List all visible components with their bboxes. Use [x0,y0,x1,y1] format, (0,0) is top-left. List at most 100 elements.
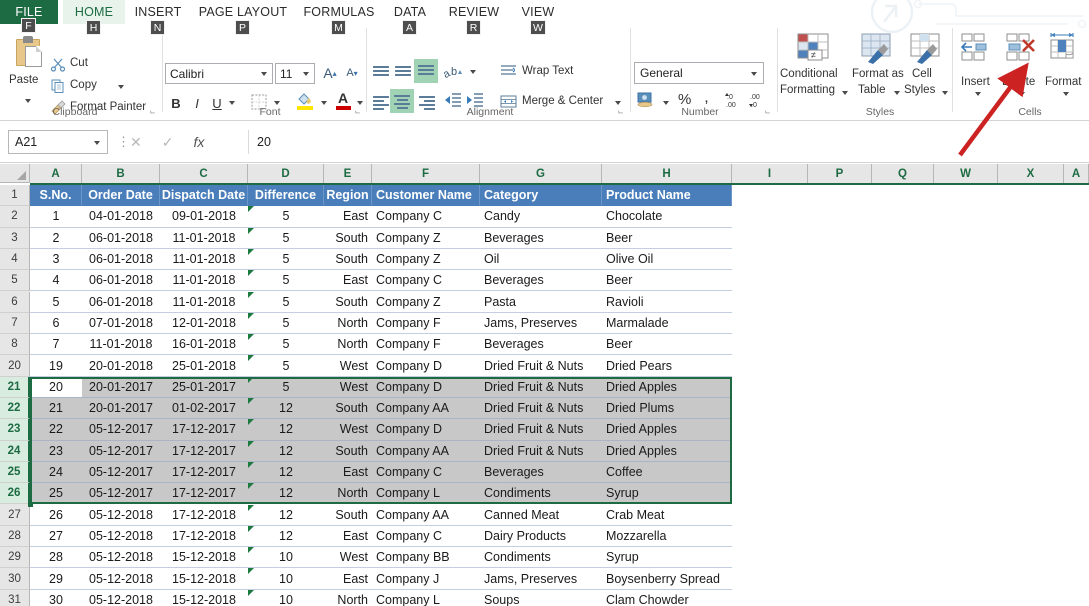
cell-G25[interactable]: Beverages [480,461,602,484]
paste-dropdown-caret[interactable] [25,99,31,103]
cell-F3[interactable]: Company Z [372,228,480,249]
cell-D8[interactable]: 5 [248,334,324,356]
column-header-X-12[interactable]: X [998,164,1064,183]
cell-G31[interactable]: Soups [480,590,602,606]
number-dialog-launcher[interactable] [765,108,774,117]
cell-B26[interactable]: 05-12-2017 [82,483,160,505]
cell-E26[interactable]: North [324,483,372,505]
cell-C23[interactable]: 17-12-2017 [160,419,248,441]
cell-F22[interactable]: Company AA [372,398,480,420]
cell-E24[interactable]: South [324,440,372,462]
row-header-7[interactable]: 7 [0,312,30,335]
align-middle-button[interactable] [392,62,414,82]
cell-B8[interactable]: 11-01-2018 [82,334,160,356]
grow-font-button[interactable]: A ▴ [320,62,340,84]
name-box-caret[interactable] [94,141,100,145]
cell-E4[interactable]: South [324,249,372,271]
cell-A23[interactable]: 22 [30,419,82,441]
bold-button[interactable]: B [166,92,186,114]
alignment-dialog-launcher[interactable] [618,108,627,117]
cell-A7[interactable]: 6 [30,313,82,335]
cell-C4[interactable]: 11-01-2018 [160,249,248,271]
cell-F24[interactable]: Company AA [372,440,480,462]
error-indicator-triangle[interactable] [248,248,254,255]
cell-H5[interactable]: Beer [602,270,732,292]
cell-E25[interactable]: East [324,461,372,484]
cell-G6[interactable]: Pasta [480,292,602,313]
cell-A21[interactable]: 20 [30,376,82,398]
error-indicator-triangle[interactable] [248,270,254,277]
cell-B25[interactable]: 05-12-2017 [82,461,160,484]
cell-G28[interactable]: Dairy Products [480,526,602,548]
cell-H24[interactable]: Dried Apples [602,440,732,462]
cell-F20[interactable]: Company D [372,355,480,377]
row-header-22[interactable]: 22 [0,398,30,420]
column-title-4[interactable]: Region [324,185,372,207]
cell-A8[interactable]: 7 [30,334,82,356]
cell-G7[interactable]: Jams, Preserves [480,313,602,335]
column-header-I-8[interactable]: I [732,164,808,183]
error-indicator-triangle[interactable] [248,525,254,532]
wrap-text-button[interactable]: Wrap Text [500,62,610,82]
cell-E21[interactable]: West [324,376,372,398]
column-header-E-4[interactable]: E [324,164,372,183]
cell-D5[interactable]: 5 [248,270,324,292]
shrink-font-button[interactable]: A ▾ [342,62,362,84]
cell-E23[interactable]: West [324,419,372,441]
cell-H31[interactable]: Clam Chowder [602,590,732,606]
cell-A6[interactable]: 5 [30,292,82,313]
cell-H21[interactable]: Dried Apples [602,376,732,398]
cell-B30[interactable]: 05-12-2018 [82,568,160,590]
cell-E6[interactable]: South [324,292,372,313]
cell-D7[interactable]: 5 [248,313,324,335]
row-header-25[interactable]: 25 [0,461,30,484]
number-format-caret[interactable] [751,72,757,76]
cell-D31[interactable]: 10 [248,590,324,606]
cell-E2[interactable]: East [324,206,372,228]
row-header-27[interactable]: 27 [0,504,30,526]
insert-cells-button[interactable]: Insert [956,30,1000,112]
copy-button[interactable]: Copy [48,76,132,96]
row-header-23[interactable]: 23 [0,419,30,441]
conditional-formatting-caret[interactable] [842,91,848,95]
column-header-A-0[interactable]: A [30,164,82,183]
cell-C28[interactable]: 17-12-2018 [160,526,248,548]
cell-B3[interactable]: 06-01-2018 [82,228,160,249]
insert-cells-caret[interactable] [975,92,981,96]
cell-G27[interactable]: Canned Meat [480,505,602,526]
cell-H6[interactable]: Ravioli [602,292,732,313]
cell-C31[interactable]: 15-12-2018 [160,590,248,606]
row-header-28[interactable]: 28 [0,525,30,548]
cell-F28[interactable]: Company C [372,526,480,548]
cell-H27[interactable]: Crab Meat [602,505,732,526]
cell-B4[interactable]: 06-01-2018 [82,249,160,271]
format-cells-button[interactable]: Format [1044,30,1088,112]
row-header-4[interactable]: 4 [0,248,30,271]
cell-E3[interactable]: South [324,228,372,249]
row-header-31[interactable]: 31 [0,589,30,606]
font-size-input[interactable]: 11 [275,63,315,84]
cell-E30[interactable]: East [324,568,372,590]
insert-function-icon[interactable]: fx [193,134,204,150]
cell-D27[interactable]: 12 [248,505,324,526]
column-title-6[interactable]: Category [480,185,602,207]
cell-F4[interactable]: Company Z [372,249,480,271]
row-header-20[interactable]: 20 [0,355,30,377]
cell-A27[interactable]: 26 [30,505,82,526]
cell-D30[interactable]: 10 [248,568,324,590]
font-name-input[interactable]: Calibri [165,63,273,84]
error-indicator-triangle[interactable] [248,568,254,575]
row-header-21[interactable]: 21 [0,376,30,398]
cell-A22[interactable]: 21 [30,398,82,420]
column-title-1[interactable]: Order Date [82,185,160,207]
cell-F30[interactable]: Company J [372,568,480,590]
cell-F27[interactable]: Company AA [372,505,480,526]
column-header-Q-10[interactable]: Q [872,164,934,183]
cell-E20[interactable]: West [324,355,372,377]
cell-G5[interactable]: Beverages [480,270,602,292]
cell-B27[interactable]: 05-12-2018 [82,505,160,526]
cell-B7[interactable]: 07-01-2018 [82,313,160,335]
align-right-button[interactable] [416,92,438,112]
font-color-button[interactable]: A [334,90,354,112]
formula-input[interactable]: 20 [248,130,1085,154]
